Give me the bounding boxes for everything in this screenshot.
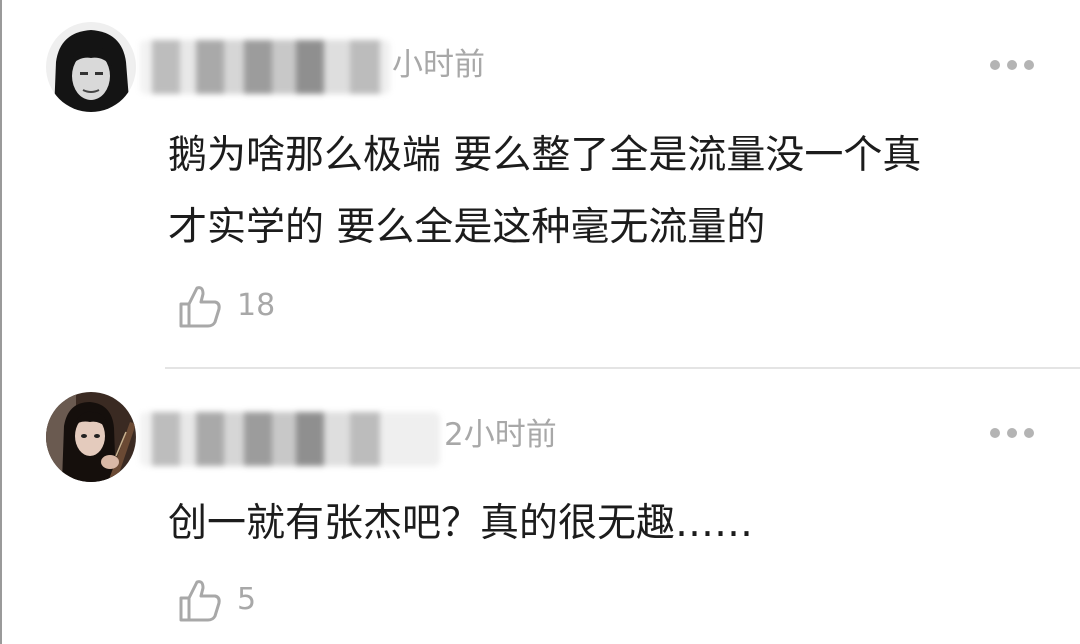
more-dots-icon [1024, 60, 1034, 70]
like-count: 5 [237, 582, 257, 617]
username-blurred[interactable] [140, 40, 390, 94]
comment-item: 小时前 鹅为啥那么极端 要么整了全是流量没一个真 才实学的 要么全是这种毫无流量… [0, 0, 1080, 368]
username-blurred[interactable] [140, 412, 440, 466]
thumbs-up-icon [179, 286, 221, 328]
more-options-button[interactable] [990, 428, 1034, 438]
like-button[interactable]: 5 [175, 576, 256, 624]
comment-time: 2小时前 [444, 417, 557, 453]
avatar-woman-guitar-icon [46, 392, 136, 482]
thumbs-up-icon [179, 580, 221, 622]
avatar-man-long-hair-icon [46, 22, 136, 112]
more-dots-icon [1024, 428, 1034, 438]
comment-text: 创一就有张杰吧？真的很无趣…… [168, 501, 754, 546]
comment-time: 小时前 [392, 47, 485, 83]
user-avatar[interactable] [46, 22, 136, 112]
more-options-button[interactable] [990, 60, 1034, 70]
more-dots-icon [1007, 60, 1017, 70]
like-button[interactable]: 18 [175, 282, 275, 330]
like-count: 18 [237, 288, 276, 323]
comment-text: 鹅为啥那么极端 要么整了全是流量没一个真 才实学的 要么全是这种毫无流量的 [168, 133, 922, 250]
comment-item: 2小时前 创一就有张杰吧？真的很无趣…… 5 [0, 368, 1080, 644]
more-dots-icon [1007, 428, 1017, 438]
more-dots-icon [990, 428, 1000, 438]
more-dots-icon [990, 60, 1000, 70]
user-avatar[interactable] [46, 392, 136, 482]
